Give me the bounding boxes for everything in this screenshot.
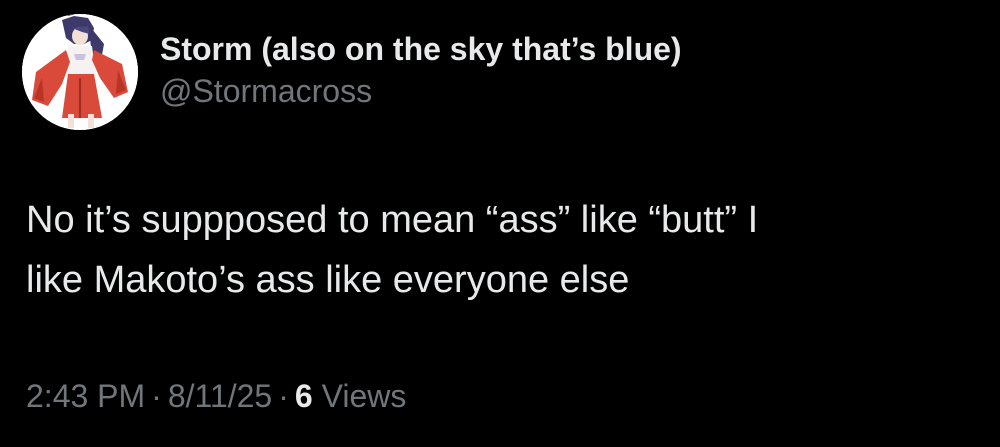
avatar[interactable] [22,14,138,130]
author-names: Storm (also on the sky that’s blue) @Sto… [160,29,682,111]
separator-dot: · [151,378,162,414]
post-text: No it’s suppposed to mean “ass” like “bu… [26,199,759,301]
post-time[interactable]: 2:43 PM [26,378,145,414]
views-label: Views [321,378,407,414]
anime-character-avatar-icon [22,14,138,130]
display-name[interactable]: Storm (also on the sky that’s blue) [160,29,682,69]
user-handle[interactable]: @Stormacross [160,71,682,111]
separator-dot: · [278,378,289,414]
post-meta: 2:43 PM · 8/11/25 · 6 Views [26,376,406,416]
views-count: 6 [294,378,313,414]
tweet-card: Storm (also on the sky that’s blue) @Sto… [0,0,1000,447]
tweet-header: Storm (also on the sky that’s blue) @Sto… [22,14,682,130]
post-date[interactable]: 8/11/25 [168,378,272,414]
